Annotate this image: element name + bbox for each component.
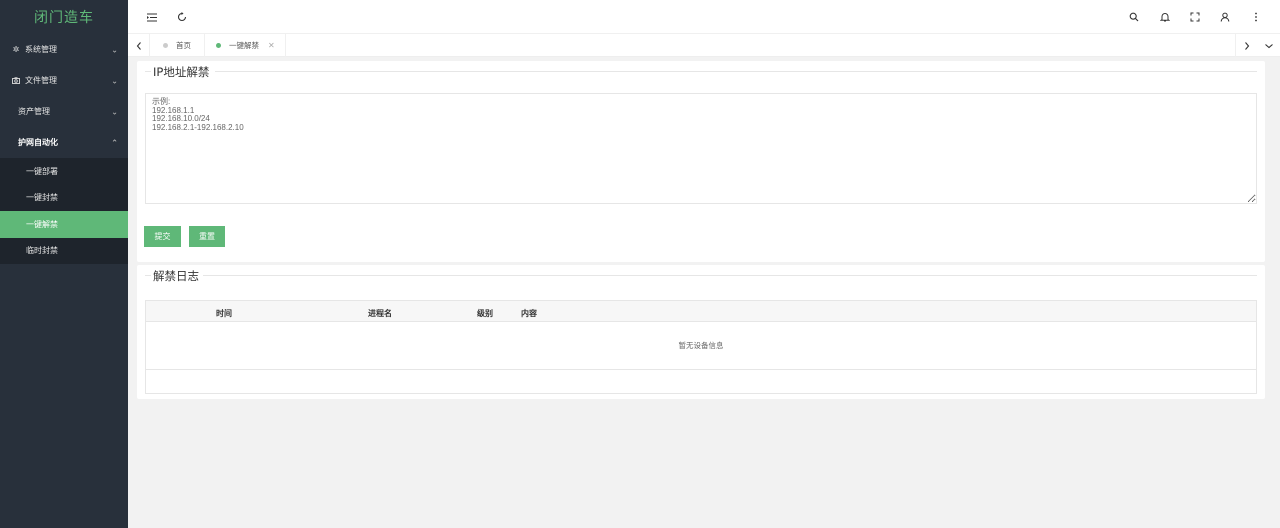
sidebar-item-label: 资产管理 (18, 107, 50, 116)
chevron-down-icon: ⌄ (111, 76, 118, 85)
sidebar-subitem-deploy[interactable]: 一键部署 (0, 158, 128, 185)
app-logo: 闭门造车 (34, 10, 94, 26)
fullscreen-icon[interactable] (1187, 9, 1203, 25)
top-header (128, 0, 1280, 34)
sidebar-item-files[interactable]: 文件管理 ⌄ (0, 65, 128, 96)
sidebar-item-label: 文件管理 (25, 76, 57, 85)
chevron-down-icon: ⌄ (111, 45, 118, 54)
empty-state: 暂无设备信息 (146, 322, 1256, 370)
log-card: 解禁日志 时间 进程名 级别 内容 暂无设备信息 (137, 265, 1265, 399)
more-vertical-icon[interactable] (1248, 9, 1264, 25)
close-icon[interactable]: ✕ (268, 41, 275, 50)
unban-title: IP地址解禁 (153, 64, 210, 80)
tab-label: 一键解禁 (229, 41, 259, 50)
divider (145, 275, 151, 276)
tab-home[interactable]: 首页 (150, 34, 205, 57)
search-icon[interactable] (1126, 9, 1142, 25)
sidebar-item-label: 护网自动化 (18, 138, 58, 147)
tab-dot (163, 43, 168, 48)
reset-button[interactable]: 重置 (189, 226, 225, 247)
divider (203, 275, 1257, 276)
sidebar: 闭门造车 ✲ 系统管理 ⌄ 文件管理 ⌄ 资产管理 ⌄ 护网自动化 ⌃ 一键部署… (0, 0, 128, 528)
sidebar-subitem-ban[interactable]: 一键封禁 (0, 185, 128, 212)
log-table: 时间 进程名 级别 内容 暂无设备信息 (145, 300, 1257, 394)
table-header: 时间 进程名 级别 内容 (146, 301, 1256, 322)
user-icon[interactable] (1217, 9, 1233, 25)
chevron-down-icon: ⌄ (111, 107, 118, 116)
tab-label: 首页 (176, 41, 191, 50)
sidebar-item-label: 系统管理 (25, 45, 57, 54)
chevron-right-icon[interactable] (1235, 34, 1257, 57)
chevron-up-icon: ⌃ (111, 138, 118, 147)
tab-dot (216, 43, 221, 48)
log-title: 解禁日志 (153, 268, 199, 284)
refresh-icon[interactable] (174, 9, 190, 25)
tab-bar: 首页 一键解禁 ✕ (128, 34, 1280, 57)
sidebar-submenu: 一键部署 一键封禁 一键解禁 临时封禁 (0, 158, 128, 264)
sidebar-item-system[interactable]: ✲ 系统管理 ⌄ (0, 34, 128, 65)
gear-icon: ✲ (12, 45, 20, 54)
column-header-level[interactable]: 级别 (477, 308, 493, 319)
ip-input[interactable] (145, 93, 1257, 204)
column-header-time[interactable]: 时间 (216, 308, 232, 319)
chevron-down-icon[interactable] (1258, 34, 1280, 57)
menu-fold-icon[interactable] (144, 9, 160, 25)
sidebar-subitem-temp-ban[interactable]: 临时封禁 (0, 238, 128, 265)
divider (215, 71, 1257, 72)
tab-unban[interactable]: 一键解禁 ✕ (203, 34, 286, 57)
camera-icon (11, 77, 21, 84)
submit-button[interactable]: 提交 (144, 226, 181, 247)
column-header-process[interactable]: 进程名 (368, 308, 392, 319)
sidebar-item-assets[interactable]: 资产管理 ⌄ (0, 96, 128, 127)
chevron-left-icon[interactable] (128, 34, 150, 57)
column-header-content[interactable]: 内容 (521, 308, 537, 319)
divider (145, 71, 151, 72)
sidebar-subitem-unban[interactable]: 一键解禁 (0, 211, 128, 238)
sidebar-item-automation[interactable]: 护网自动化 ⌃ (0, 127, 128, 158)
unban-card: IP地址解禁 提交 重置 (137, 61, 1265, 262)
bell-icon[interactable] (1157, 9, 1173, 25)
